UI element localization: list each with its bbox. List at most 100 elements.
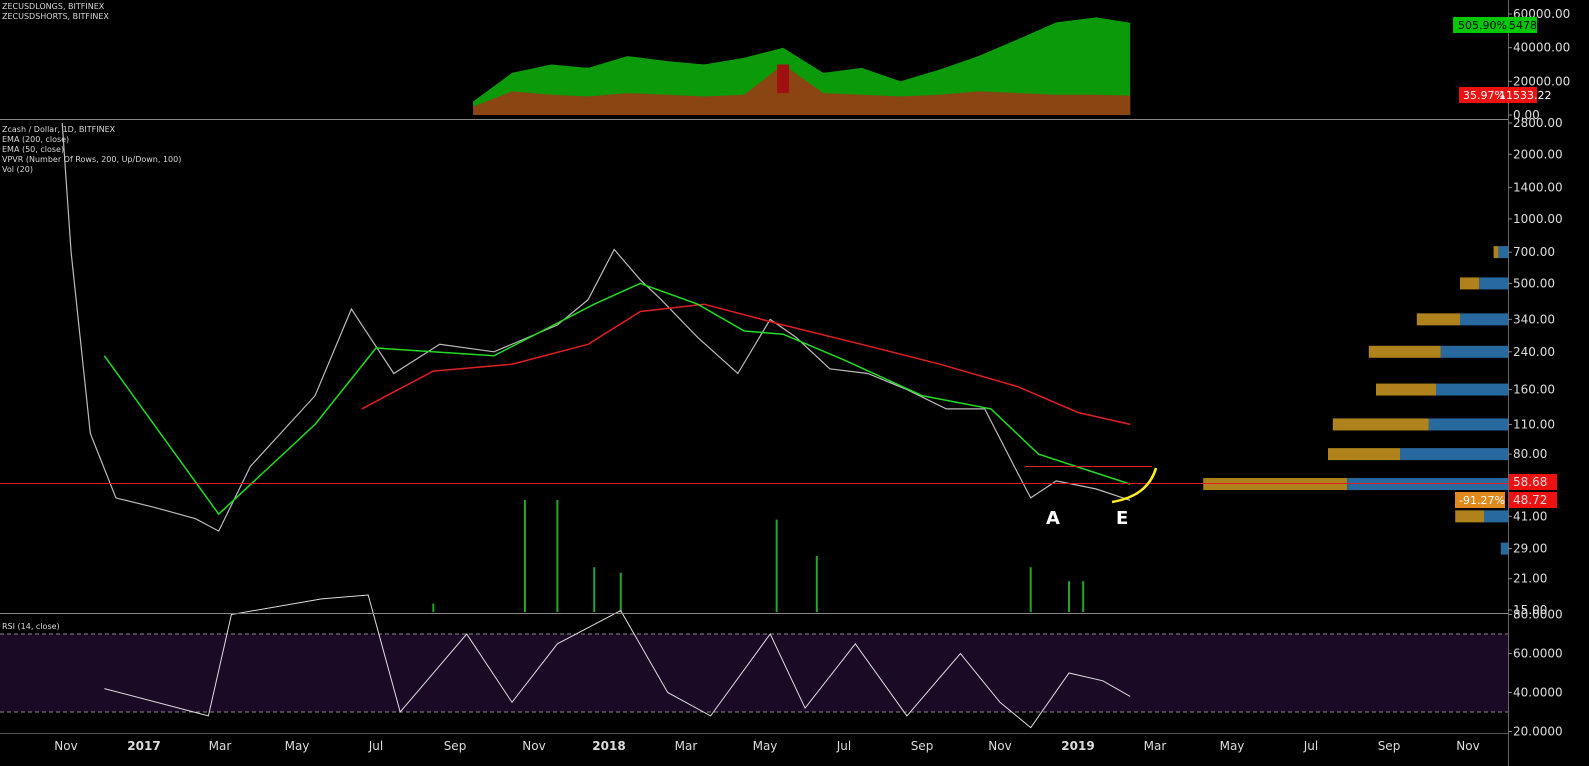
volume-bars xyxy=(432,500,1085,612)
shorts-value-tag: 35.97%11533.22 xyxy=(1459,87,1552,103)
volume-bar xyxy=(1082,581,1085,612)
vpvr-up-bar xyxy=(1484,510,1508,523)
rsi-y-tick-label: 40.0000 xyxy=(1513,686,1563,700)
x-tick-label: 2018 xyxy=(592,739,625,753)
vpvr-up-bar xyxy=(1428,418,1508,431)
top-y-tick-label: 40000.00 xyxy=(1513,41,1570,55)
vpvr-down-bar xyxy=(1460,277,1480,290)
x-tick-label: Mar xyxy=(209,739,232,753)
x-tick-label: 2017 xyxy=(127,739,160,753)
x-tick-label: May xyxy=(753,739,778,753)
legend-longs[interactable]: ZECUSDLONGS, BITFINEX xyxy=(2,2,109,12)
annotation-e: E xyxy=(1116,508,1128,529)
rsi-y-tick-label: 20.0000 xyxy=(1513,725,1563,739)
rsi-y-tick-label: 80.0000 xyxy=(1513,608,1563,622)
vpvr-up-bar xyxy=(1500,542,1508,555)
volume-bar xyxy=(775,519,778,612)
legend-ema50[interactable]: EMA (50, close) xyxy=(2,145,181,155)
price-y-tick-label: 2800.00 xyxy=(1513,116,1563,130)
longs-tag-value: 54787.27 xyxy=(1509,19,1562,32)
ema50-line xyxy=(103,282,1131,516)
chart-canvas[interactable]: AE 60000.0040000.0020000.000.00505.90% 54… xyxy=(0,0,1589,766)
volume-bar xyxy=(1029,567,1032,612)
price-pane: AE xyxy=(0,122,1508,612)
price-y-tick-label: 240.00 xyxy=(1513,345,1555,359)
price-tag-level: 58.68 xyxy=(1509,474,1557,490)
volume-bar xyxy=(619,572,622,612)
legend-rsi[interactable]: RSI (14, close) xyxy=(2,622,60,632)
volume-bar xyxy=(432,603,435,612)
longs-value-tag: 505.90% 54787.27 xyxy=(1453,17,1562,33)
price-y-tick-label: 29.00 xyxy=(1513,542,1547,556)
volume-bar xyxy=(593,567,596,612)
rsi-y-tick-label: 60.0000 xyxy=(1513,647,1563,661)
price-line xyxy=(61,122,1131,532)
x-tick-label: 2019 xyxy=(1061,739,1094,753)
x-tick-label: Jul xyxy=(368,739,383,753)
vpvr-up-bar xyxy=(1460,313,1508,326)
x-tick-label: Nov xyxy=(54,739,77,753)
vpvr-down-bar xyxy=(1493,246,1499,259)
annotation-a: A xyxy=(1046,508,1060,529)
x-tick-label: Mar xyxy=(675,739,698,753)
rsi-band xyxy=(0,634,1508,712)
x-tick-label: Nov xyxy=(522,739,545,753)
vpvr-down-bar xyxy=(1376,383,1436,396)
volume-bar xyxy=(815,556,818,612)
vpvr-histogram xyxy=(1203,246,1508,555)
price-y-tick-label: 1000.00 xyxy=(1513,212,1563,226)
vpvr-down-bar xyxy=(1332,418,1429,431)
price-y-tick-label: 340.00 xyxy=(1513,312,1555,326)
shorts-tag-value: 11533.22 xyxy=(1499,89,1552,102)
legend-volume[interactable]: Vol (20) xyxy=(2,165,181,175)
rsi-pane xyxy=(0,594,1508,729)
legend-symbol[interactable]: Zcash / Dollar, 1D, BITFINEX xyxy=(2,125,181,135)
vpvr-down-bar xyxy=(1328,448,1400,461)
legend-ema200[interactable]: EMA (200, close) xyxy=(2,135,181,145)
price-y-tick-label: 110.00 xyxy=(1513,417,1555,431)
vpvr-down-bar xyxy=(1203,478,1348,491)
x-tick-label: Sep xyxy=(444,739,467,753)
top-y-tick-label: 20000.00 xyxy=(1513,74,1570,88)
vpvr-down-bar xyxy=(1455,510,1484,523)
vpvr-up-bar xyxy=(1400,448,1508,461)
top-pane-legend: ZECUSDLONGS, BITFINEX ZECUSDSHORTS, BITF… xyxy=(2,2,109,22)
price-y-tick-label: 80.00 xyxy=(1513,447,1547,461)
x-tick-label: May xyxy=(1220,739,1245,753)
x-tick-label: Mar xyxy=(1144,739,1167,753)
ema200-line xyxy=(361,303,1131,426)
vpvr-down-bar xyxy=(1368,345,1441,358)
x-tick-label: May xyxy=(285,739,310,753)
vpvr-up-bar xyxy=(1479,277,1508,290)
x-tick-label: Nov xyxy=(1456,739,1479,753)
volume-bar xyxy=(1068,581,1071,612)
volume-bar xyxy=(556,500,559,612)
x-tick-label: Sep xyxy=(1378,739,1401,753)
rsi-pane-legend: RSI (14, close) xyxy=(2,622,60,632)
x-tick-label: Jul xyxy=(1303,739,1318,753)
x-tick-label: Nov xyxy=(988,739,1011,753)
price-y-tick-label: 2000.00 xyxy=(1513,147,1563,161)
vpvr-up-bar xyxy=(1436,383,1508,396)
shorts-spike xyxy=(777,64,790,94)
price-y-tick-label: 41.00 xyxy=(1513,509,1547,523)
price-tag-last: -91.27% 48.72 xyxy=(1455,492,1557,508)
price-tag-last-value: 48.72 xyxy=(1513,493,1547,507)
long-short-pane xyxy=(473,17,1131,115)
price-y-tick-label: 500.00 xyxy=(1513,276,1555,290)
price-y-tick-label: 700.00 xyxy=(1513,245,1555,259)
legend-vpvr[interactable]: VPVR (Number Of Rows, 200, Up/Down, 100) xyxy=(2,155,181,165)
price-y-tick-label: 1400.00 xyxy=(1513,181,1563,195)
price-tag-level-value: 58.68 xyxy=(1513,475,1547,489)
vpvr-up-bar xyxy=(1440,345,1508,358)
x-tick-label: Jul xyxy=(836,739,851,753)
vpvr-up-bar xyxy=(1498,246,1508,259)
price-tag-pct: -91.27% xyxy=(1459,494,1505,507)
vpvr-down-bar xyxy=(1416,313,1460,326)
longs-tag-pct: 505.90% xyxy=(1458,19,1507,32)
vpvr-up-bar xyxy=(1347,478,1508,491)
legend-shorts[interactable]: ZECUSDSHORTS, BITFINEX xyxy=(2,12,109,22)
price-y-tick-label: 160.00 xyxy=(1513,383,1555,397)
volume-bar xyxy=(523,500,526,612)
price-y-tick-label: 21.00 xyxy=(1513,572,1547,586)
